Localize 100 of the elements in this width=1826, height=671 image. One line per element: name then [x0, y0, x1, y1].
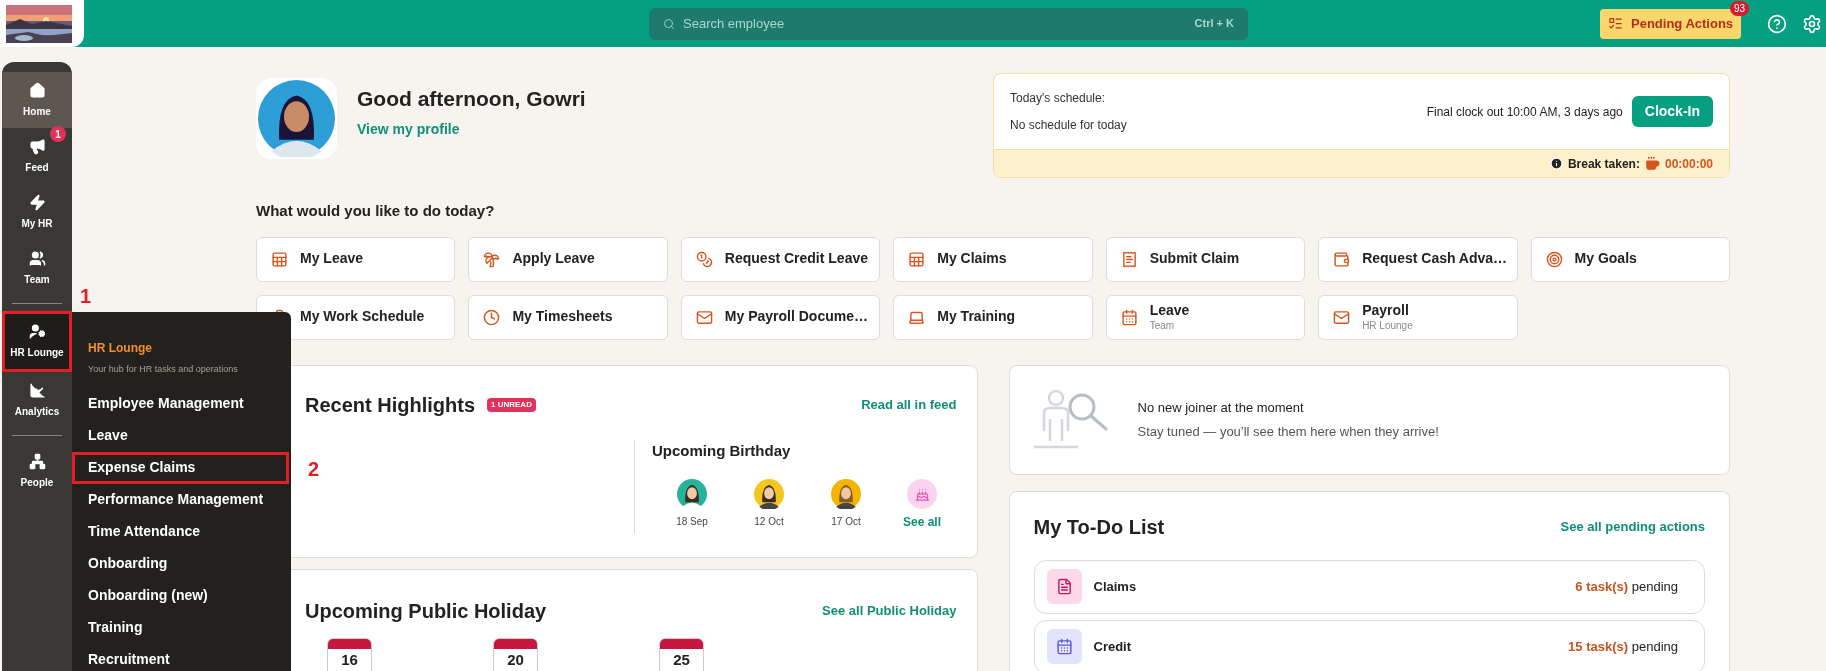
quick-action-button[interactable]: My Claims	[893, 236, 1093, 282]
org-chart-icon	[28, 452, 46, 470]
calendar-icon	[1055, 638, 1073, 655]
flyout-title: HR Lounge	[87, 340, 153, 357]
cup-icon	[1644, 156, 1660, 171]
menu-item[interactable]: Onboarding	[72, 547, 291, 580]
clock-icon	[483, 308, 501, 326]
read-all-link[interactable]: Read all in feed	[861, 394, 957, 415]
break-label: Break taken:	[1567, 155, 1640, 173]
envelope-icon	[695, 308, 713, 326]
action-sublabel: HR Lounge	[1362, 319, 1413, 332]
avatar	[677, 479, 707, 509]
action-label: My Payroll Docume…	[724, 308, 868, 326]
sidebar-item[interactable]: Home	[2, 72, 72, 128]
break-time: 00:00:00	[1664, 155, 1713, 173]
people-icon	[28, 249, 46, 267]
quick-action-button[interactable]: Leave Team	[1105, 294, 1306, 340]
quick-action-button[interactable]: My Leave	[256, 236, 456, 282]
receipt-icon	[1120, 250, 1138, 268]
search-icon	[663, 17, 675, 30]
lightning-icon	[28, 193, 46, 211]
wallet-icon	[1333, 250, 1351, 268]
task-count: 6 task(s) pending	[1575, 577, 1678, 596]
quick-action-button[interactable]: My Payroll Docume…	[680, 294, 881, 340]
quick-action-button[interactable]: Request Credit Leave	[680, 236, 881, 282]
card-title: Recent Highlights	[305, 392, 475, 418]
birthday-date: 18 Sep	[676, 515, 708, 529]
calendar-date: 20	[493, 637, 538, 671]
info-icon	[1549, 157, 1563, 170]
card-title: Upcoming Public Holiday	[305, 598, 547, 624]
target-icon	[1545, 250, 1563, 268]
action-label: My Leave	[300, 250, 364, 268]
count-badge: 1	[50, 126, 66, 142]
action-label: Leave	[1149, 302, 1190, 320]
last-clock-out: Final clock out 10:00 AM, 3 days ago	[1426, 103, 1623, 121]
todo-item[interactable]: Claims 6 task(s) pending	[1033, 559, 1705, 614]
sidebar-item[interactable]: Analytics	[2, 372, 72, 428]
sidebar-item[interactable]: HR Lounge	[2, 311, 72, 372]
count-badge: 93	[1729, 0, 1750, 16]
birthday-date: 12 Oct	[754, 515, 784, 529]
annotation-number: 1	[80, 286, 92, 306]
quick-action-button[interactable]: Apply Leave	[468, 236, 668, 282]
quick-action-button[interactable]: Request Cash Adva…	[1318, 236, 1518, 282]
menu-item[interactable]: Employee Management	[72, 387, 291, 420]
calendar-date: 25	[659, 637, 704, 671]
action-label: Apply Leave	[512, 250, 595, 268]
see-all-link[interactable]: See all	[903, 513, 942, 531]
quick-action-button[interactable]: My Goals	[1530, 236, 1730, 282]
megaphone-icon	[28, 137, 46, 155]
profile-link[interactable]: View my profile	[357, 118, 586, 140]
menu-item[interactable]: Onboarding (new)	[72, 579, 291, 612]
settings-icon[interactable]	[1802, 13, 1823, 34]
birthday-title: Upcoming Birthday	[652, 440, 792, 461]
todo-label: Credit	[1093, 637, 1132, 656]
quick-action-button[interactable]: My Training	[893, 294, 1093, 340]
pending-actions-link[interactable]: See all pending actions	[1560, 516, 1705, 537]
action-label: My Work Schedule	[300, 308, 425, 326]
sidebar-item[interactable]: Feed 1	[2, 128, 72, 184]
empty-subtitle: Stay tuned — you’ll see them here when they arrive!	[1137, 422, 1439, 441]
action-label: Submit Claim	[1149, 250, 1240, 268]
sidebar-item[interactable]: People	[2, 443, 72, 499]
quick-action-button[interactable]: Payroll HR Lounge	[1318, 294, 1518, 340]
action-label: My Claims	[937, 250, 1007, 268]
home-icon	[28, 81, 46, 99]
sidebar-item[interactable]: Team	[2, 240, 72, 296]
cake-icon	[914, 486, 930, 502]
greeting: Good afternoon, Gowri	[357, 86, 586, 113]
action-label: Request Cash Adva…	[1362, 250, 1508, 268]
sidebar-item[interactable]: My HR	[2, 184, 72, 240]
menu-item[interactable]: Training	[72, 611, 291, 644]
action-label: My Training	[937, 308, 1016, 326]
see-all-holidays-link[interactable]: See all Public Holiday	[822, 600, 957, 621]
shortcut-hint: Ctrl + K	[1194, 16, 1234, 32]
task-count: 15 task(s) pending	[1568, 637, 1678, 656]
user-gear-icon	[28, 323, 46, 340]
avatar	[754, 479, 784, 509]
coins-icon	[695, 250, 713, 268]
envelope-icon	[1333, 308, 1351, 326]
menu-item[interactable]: Performance Management	[72, 483, 291, 516]
menu-item[interactable]: Leave	[72, 419, 291, 452]
action-label: Payroll	[1362, 302, 1410, 320]
unread-badge: 1 UNREAD	[487, 397, 536, 412]
quick-action-button[interactable]: My Timesheets	[468, 294, 668, 340]
empty-title: No new joiner at the moment	[1137, 399, 1305, 417]
help-icon[interactable]	[1767, 13, 1788, 34]
search-field[interactable]: Search employee	[683, 13, 1187, 34]
schedule-label: Today's schedule:	[1010, 90, 1106, 107]
document-icon	[1055, 578, 1073, 595]
card-title: My To-Do List	[1033, 514, 1165, 540]
menu-item[interactable]: Recruitment	[72, 643, 291, 671]
palm-tree-icon	[483, 250, 501, 268]
birthday-date: 17 Oct	[831, 515, 861, 529]
todo-label: Claims	[1093, 577, 1137, 596]
action-sublabel: Team	[1149, 319, 1176, 332]
section-title: What would you like to do today?	[256, 201, 496, 221]
menu-item[interactable]: Time Attendance	[72, 515, 291, 548]
action-label: Request Credit Leave	[724, 250, 868, 268]
checklist-icon	[1608, 16, 1623, 31]
annotation-number: 2	[308, 456, 320, 482]
quick-action-button[interactable]: Submit Claim	[1105, 236, 1306, 282]
